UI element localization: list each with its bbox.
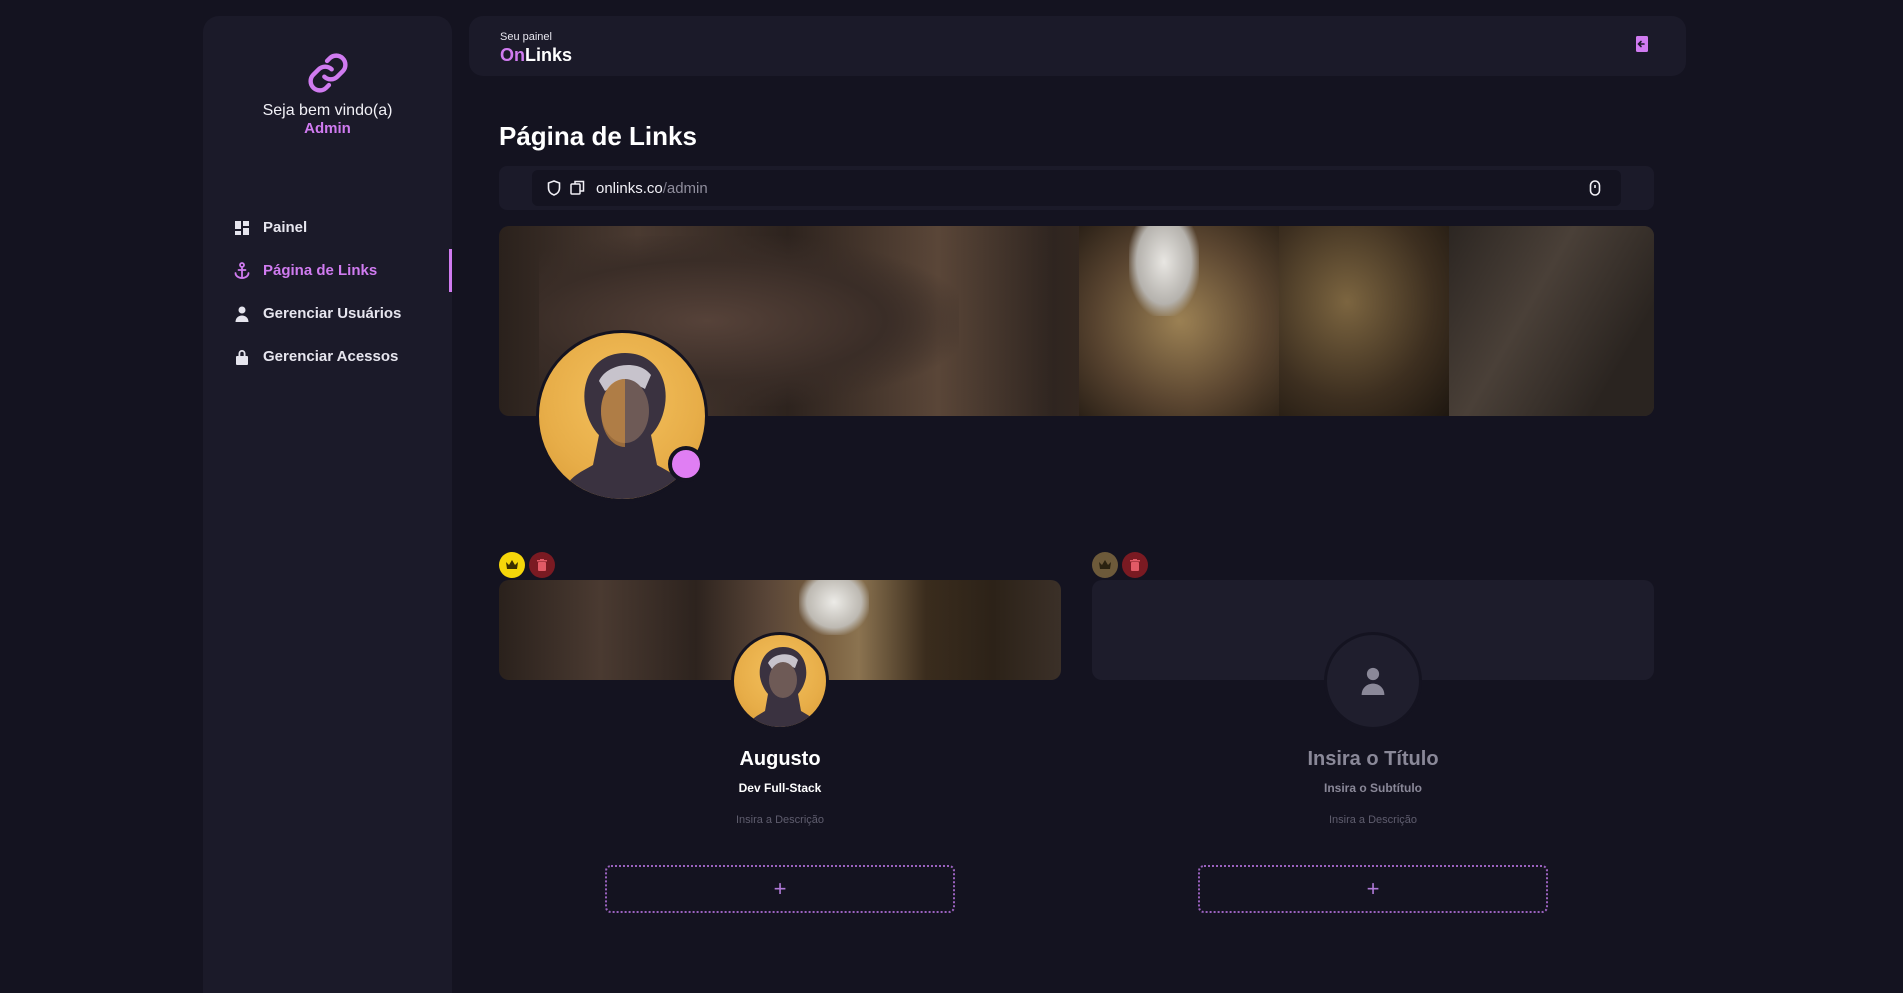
trash-icon [1130,559,1140,571]
delete-button[interactable] [1122,552,1148,578]
user-name: Admin [304,120,351,137]
avatar-edit-badge[interactable] [668,446,704,482]
add-link-button[interactable]: + [1198,865,1548,913]
sidebar-item-label: Página de Links [263,262,378,279]
brand-logo-text: OnLinks [500,45,572,66]
link-icon [308,53,348,93]
url-path: admin [666,179,708,197]
page-title: Página de Links [499,121,697,151]
sidebar-nav: Painel Página de Links Gerenciar Usuário… [203,206,452,378]
crown-button[interactable] [1092,552,1118,578]
welcome-text: Seja bem vindo(a) [262,102,393,119]
url-text: onlinks.co/admin [596,180,708,197]
sidebar-item-gerenciar-acessos[interactable]: Gerenciar Acessos [203,335,452,378]
crown-icon [1099,560,1111,569]
card-title[interactable]: Augusto [499,748,1061,771]
lock-icon [233,348,251,366]
card-title[interactable]: Insira o Título [1092,748,1654,771]
url-bar-container: onlinks.co/admin [499,166,1654,210]
card-description[interactable]: Insira a Descrição [499,814,1061,826]
card-description[interactable]: Insira a Descrição [1092,814,1654,826]
sidebar-item-pagina-de-links[interactable]: Página de Links [203,249,452,292]
sidebar-item-label: Gerenciar Usuários [263,305,402,322]
logout-button[interactable] [1635,35,1653,53]
card-subtitle[interactable]: Insira o Subtítulo [1092,781,1654,795]
delete-button[interactable] [529,552,555,578]
url-domain: onlinks.co [596,179,663,197]
shield-icon [547,180,563,196]
brand-links: Links [525,45,573,65]
padlock-icon[interactable] [1589,180,1603,196]
user-icon [233,305,251,323]
dashboard-icon [233,219,251,237]
sidebar-item-painel[interactable]: Painel [203,206,452,249]
user-icon [1361,667,1385,695]
card-toolbar [1092,552,1148,578]
topbar-subtitle: Seu painel [500,31,552,43]
sidebar-item-label: Painel [263,219,308,236]
brand-on: On [500,45,525,65]
card-subtitle[interactable]: Dev Full-Stack [499,781,1061,795]
card-toolbar [499,552,555,578]
copy-icon[interactable] [570,180,586,196]
add-link-button[interactable]: + [605,865,955,913]
crown-button[interactable] [499,552,525,578]
sidebar-item-label: Gerenciar Acessos [263,348,399,365]
portrait-image [747,647,819,727]
anchor-icon [233,261,251,280]
card-avatar[interactable] [731,632,829,730]
trash-icon [537,559,547,571]
sidebar-item-gerenciar-usuarios[interactable]: Gerenciar Usuários [203,292,452,335]
logout-icon [1636,36,1648,52]
url-bar[interactable]: onlinks.co/admin [532,170,1621,206]
crown-icon [506,560,518,569]
sidebar: Seja bem vindo(a) Admin Painel Página de… [203,16,452,993]
top-bar: Seu painel OnLinks [469,16,1686,76]
card-avatar-placeholder[interactable] [1324,632,1422,730]
